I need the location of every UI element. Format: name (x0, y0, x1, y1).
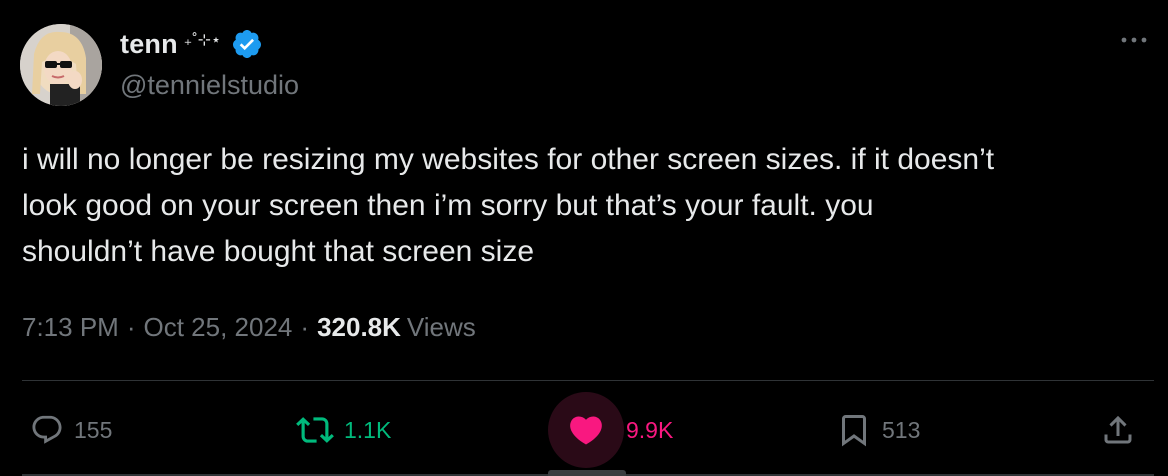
verified-badge-icon[interactable] (231, 28, 263, 60)
meta-separator: · (126, 312, 136, 342)
meta-separator: · (300, 312, 310, 342)
name-decoration: ₊˚⊹⋆ (183, 32, 221, 49)
author-name-row: tenn ₊˚⊹⋆ (120, 28, 263, 60)
share-icon (1104, 415, 1132, 444)
tweet-meta: 7:13 PM · Oct 25, 2024 · 320.8K Views (22, 312, 476, 343)
bookmark-button[interactable]: 513 (836, 400, 920, 460)
reply-icon (32, 415, 62, 444)
more-icon[interactable] (1120, 34, 1148, 46)
reply-button[interactable]: 155 (30, 400, 112, 460)
reply-count: 155 (74, 416, 113, 443)
tweet-time[interactable]: 7:13 PM (22, 312, 119, 343)
like-button[interactable]: 9.9K (548, 392, 674, 468)
heart-icon (570, 416, 602, 445)
tweet-date[interactable]: Oct 25, 2024 (144, 312, 293, 343)
avatar-image (20, 24, 102, 106)
share-button[interactable] (1100, 400, 1136, 460)
tweet-text: i will no longer be resizing my websites… (22, 143, 995, 268)
bookmark-icon (842, 415, 866, 447)
repost-button[interactable]: 1.1K (296, 400, 391, 460)
display-name[interactable]: tenn (120, 29, 178, 60)
bottom-tab-indicator (548, 470, 626, 476)
like-count: 9.9K (626, 416, 674, 443)
author-handle[interactable]: @tennielstudio (120, 70, 299, 101)
repost-count: 1.1K (344, 416, 392, 443)
avatar[interactable] (20, 24, 102, 106)
views-count: 320.8K (317, 312, 401, 342)
divider (22, 380, 1154, 381)
bookmark-count: 513 (882, 416, 921, 443)
repost-icon (296, 417, 334, 443)
views-label: Views (406, 312, 476, 342)
like-halo (548, 392, 624, 468)
